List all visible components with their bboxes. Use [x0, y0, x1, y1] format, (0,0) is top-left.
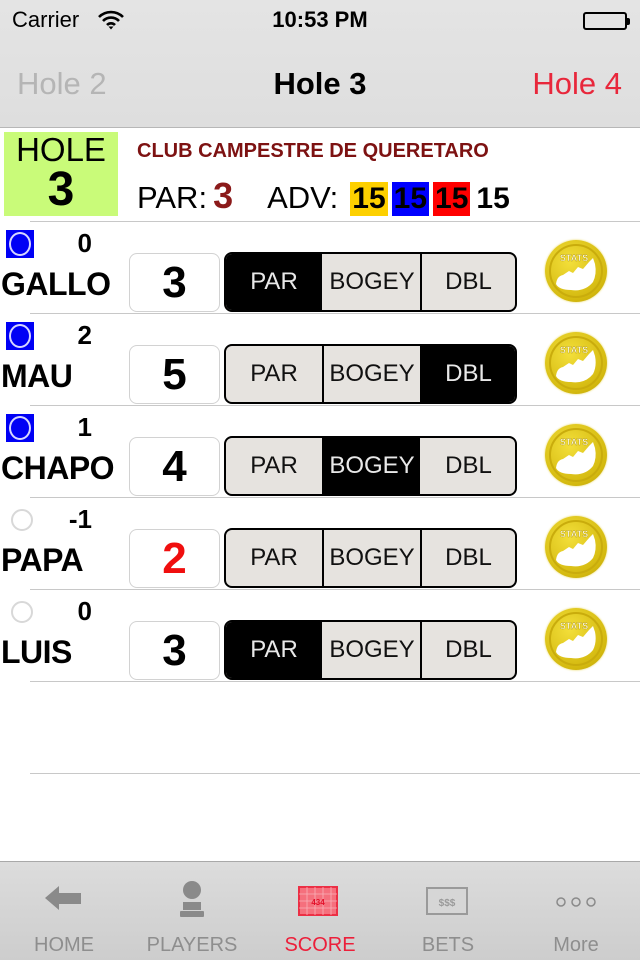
- player-name: CHAPO: [1, 450, 115, 486]
- stats-icon: STATS: [549, 612, 603, 666]
- segment-bogey[interactable]: BOGEY: [322, 346, 420, 402]
- player-total: 0: [77, 596, 92, 626]
- adv-chip-yellow: 15: [350, 182, 388, 216]
- tab-bar: HOME PLAYERS 434 SCORE $$$ BETS More: [0, 861, 640, 960]
- player-row: 2 MAU 5 PAR BOGEY DBL STATS: [0, 314, 640, 406]
- par-adv-line: PAR: 3 ADV: 15 15 15 15: [137, 175, 512, 216]
- segment-dbl[interactable]: DBL: [420, 530, 515, 586]
- person-icon: [167, 878, 217, 918]
- battery-icon: [583, 12, 630, 30]
- divider: [30, 681, 640, 682]
- stats-button[interactable]: STATS: [545, 516, 607, 578]
- tab-label: BETS: [421, 934, 475, 956]
- score-input[interactable]: 3: [129, 621, 220, 680]
- stats-button[interactable]: STATS: [545, 608, 607, 670]
- bets-icon: $$$: [423, 878, 473, 918]
- segment-bogey[interactable]: BOGEY: [322, 622, 420, 678]
- player-select-radio[interactable]: [6, 322, 34, 350]
- result-segmented-control: PAR BOGEY DBL: [224, 620, 517, 680]
- segment-dbl[interactable]: DBL: [420, 622, 515, 678]
- adv-label: ADV:: [267, 180, 339, 215]
- tab-label: PLAYERS: [146, 934, 238, 956]
- hole-label: HOLE: [16, 131, 106, 168]
- segment-bogey[interactable]: BOGEY: [322, 438, 420, 494]
- player-select-radio[interactable]: [6, 230, 34, 258]
- segment-bogey[interactable]: BOGEY: [322, 530, 420, 586]
- player-name: LUIS: [1, 634, 72, 670]
- hole-badge: HOLE 3: [4, 132, 118, 216]
- segment-par[interactable]: PAR: [226, 530, 322, 586]
- segment-par[interactable]: PAR: [226, 438, 322, 494]
- status-bar: Carrier 10:53 PM: [0, 0, 640, 40]
- adv-chip-white: 15: [476, 182, 510, 215]
- stats-button[interactable]: STATS: [545, 424, 607, 486]
- divider: [30, 773, 640, 774]
- stats-icon-text: STATS: [560, 621, 588, 631]
- scorecard-icon-text: 434: [311, 898, 325, 907]
- stats-icon: STATS: [549, 428, 603, 482]
- par-label: PAR:: [137, 180, 208, 215]
- segment-par[interactable]: PAR: [226, 346, 322, 402]
- tab-label: SCORE: [284, 934, 356, 956]
- player-name: PAPA: [1, 542, 84, 578]
- segment-par[interactable]: PAR: [226, 622, 322, 678]
- player-total: 1: [77, 412, 92, 442]
- player-total: 2: [77, 320, 92, 350]
- tab-label: HOME: [34, 934, 94, 956]
- tab-players[interactable]: PLAYERS: [128, 862, 256, 960]
- score-input[interactable]: 5: [129, 345, 220, 404]
- adv-chip-red: 15: [433, 182, 471, 216]
- stats-icon-text: STATS: [560, 529, 588, 539]
- score-input[interactable]: 3: [129, 253, 220, 312]
- next-hole-button[interactable]: Hole 4: [532, 66, 622, 102]
- tab-home[interactable]: HOME: [0, 862, 128, 960]
- clock: 10:53 PM: [272, 7, 368, 32]
- player-name: GALLO: [1, 266, 111, 302]
- result-segmented-control: PAR BOGEY DBL: [224, 344, 517, 404]
- player-row: 1 CHAPO 4 PAR BOGEY DBL STATS: [0, 406, 640, 498]
- bets-icon-text: $$$: [439, 898, 456, 909]
- stats-icon-text: STATS: [560, 345, 588, 355]
- more-icon: [551, 878, 601, 918]
- top-bar: Carrier 10:53 PM Hole 2 Hole 3 Hole 4: [0, 0, 640, 128]
- previous-hole-button[interactable]: Hole 2: [17, 66, 107, 102]
- player-select-radio[interactable]: [6, 506, 34, 534]
- adv-chip-blue: 15: [391, 182, 430, 216]
- segment-dbl[interactable]: DBL: [420, 438, 515, 494]
- result-segmented-control: PAR BOGEY DBL: [224, 436, 517, 496]
- player-total: -1: [68, 504, 92, 534]
- stats-button[interactable]: STATS: [545, 240, 607, 302]
- club-name: CLUB CAMPESTRE DE QUERETARO: [137, 140, 489, 162]
- stats-icon: STATS: [549, 244, 603, 298]
- segment-dbl[interactable]: DBL: [420, 346, 515, 402]
- player-name: MAU: [1, 358, 73, 394]
- player-total: 0: [77, 228, 92, 258]
- tab-score[interactable]: 434 SCORE: [256, 862, 384, 960]
- tab-bets[interactable]: $$$ BETS: [384, 862, 512, 960]
- player-row: 0 GALLO 3 PAR BOGEY DBL STATS: [0, 222, 640, 314]
- scorecard-icon: 434: [295, 878, 345, 918]
- tab-label: More: [553, 934, 599, 956]
- tab-more[interactable]: More: [512, 862, 640, 960]
- segment-bogey[interactable]: BOGEY: [322, 254, 420, 310]
- par-value: 3: [213, 175, 234, 216]
- segment-dbl[interactable]: DBL: [420, 254, 515, 310]
- result-segmented-control: PAR BOGEY DBL: [224, 252, 517, 312]
- hole-number: 3: [47, 163, 75, 216]
- player-select-radio[interactable]: [6, 598, 34, 626]
- stats-icon-text: STATS: [560, 253, 588, 263]
- player-select-radio[interactable]: [6, 414, 34, 442]
- result-segmented-control: PAR BOGEY DBL: [224, 528, 517, 588]
- stats-icon-text: STATS: [560, 437, 588, 447]
- segment-par[interactable]: PAR: [226, 254, 322, 310]
- stats-icon: STATS: [549, 520, 603, 574]
- arrow-left-icon: [39, 878, 89, 918]
- player-row: -1 PAPA 2 PAR BOGEY DBL STATS: [0, 498, 640, 590]
- score-input[interactable]: 2: [129, 529, 220, 588]
- stats-icon: STATS: [549, 336, 603, 390]
- player-row: 0 LUIS 3 PAR BOGEY DBL STATS: [0, 590, 640, 682]
- score-input[interactable]: 4: [129, 437, 220, 496]
- stats-button[interactable]: STATS: [545, 332, 607, 394]
